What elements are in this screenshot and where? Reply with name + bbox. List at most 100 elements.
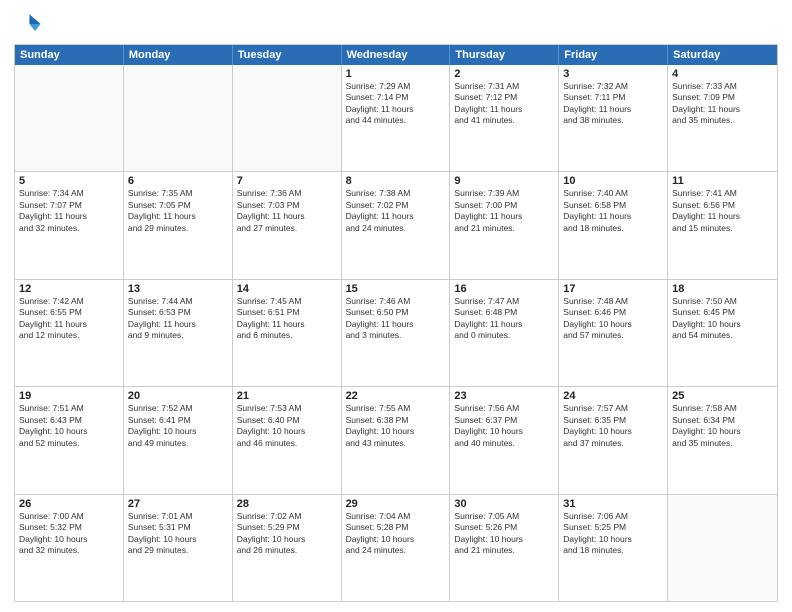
calendar-cell: 16Sunrise: 7:47 AM Sunset: 6:48 PM Dayli… xyxy=(450,280,559,386)
day-number: 21 xyxy=(237,390,337,402)
day-info: Sunrise: 7:00 AM Sunset: 5:32 PM Dayligh… xyxy=(19,511,119,557)
day-info: Sunrise: 7:38 AM Sunset: 7:02 PM Dayligh… xyxy=(346,188,446,234)
day-info: Sunrise: 7:53 AM Sunset: 6:40 PM Dayligh… xyxy=(237,403,337,449)
day-number: 20 xyxy=(128,390,228,402)
day-number: 31 xyxy=(563,498,663,510)
day-info: Sunrise: 7:02 AM Sunset: 5:29 PM Dayligh… xyxy=(237,511,337,557)
calendar-cell: 23Sunrise: 7:56 AM Sunset: 6:37 PM Dayli… xyxy=(450,387,559,493)
day-info: Sunrise: 7:33 AM Sunset: 7:09 PM Dayligh… xyxy=(672,81,773,127)
day-info: Sunrise: 7:06 AM Sunset: 5:25 PM Dayligh… xyxy=(563,511,663,557)
calendar-cell: 28Sunrise: 7:02 AM Sunset: 5:29 PM Dayli… xyxy=(233,495,342,601)
weekday-header-monday: Monday xyxy=(124,45,233,65)
calendar-cell xyxy=(233,65,342,171)
day-number: 12 xyxy=(19,283,119,295)
weekday-header-saturday: Saturday xyxy=(668,45,777,65)
day-info: Sunrise: 7:50 AM Sunset: 6:45 PM Dayligh… xyxy=(672,296,773,342)
calendar-cell: 15Sunrise: 7:46 AM Sunset: 6:50 PM Dayli… xyxy=(342,280,451,386)
weekday-header-friday: Friday xyxy=(559,45,668,65)
weekday-header-wednesday: Wednesday xyxy=(342,45,451,65)
day-number: 11 xyxy=(672,175,773,187)
calendar-cell: 17Sunrise: 7:48 AM Sunset: 6:46 PM Dayli… xyxy=(559,280,668,386)
calendar-row-2: 5Sunrise: 7:34 AM Sunset: 7:07 PM Daylig… xyxy=(15,172,777,279)
day-number: 1 xyxy=(346,68,446,80)
day-info: Sunrise: 7:57 AM Sunset: 6:35 PM Dayligh… xyxy=(563,403,663,449)
day-info: Sunrise: 7:29 AM Sunset: 7:14 PM Dayligh… xyxy=(346,81,446,127)
calendar-cell: 5Sunrise: 7:34 AM Sunset: 7:07 PM Daylig… xyxy=(15,172,124,278)
calendar-row-1: 1Sunrise: 7:29 AM Sunset: 7:14 PM Daylig… xyxy=(15,65,777,172)
calendar-cell: 11Sunrise: 7:41 AM Sunset: 6:56 PM Dayli… xyxy=(668,172,777,278)
calendar-cell: 2Sunrise: 7:31 AM Sunset: 7:12 PM Daylig… xyxy=(450,65,559,171)
page: SundayMondayTuesdayWednesdayThursdayFrid… xyxy=(0,0,792,612)
day-number: 23 xyxy=(454,390,554,402)
day-number: 26 xyxy=(19,498,119,510)
calendar-cell: 29Sunrise: 7:04 AM Sunset: 5:28 PM Dayli… xyxy=(342,495,451,601)
calendar-cell xyxy=(668,495,777,601)
calendar-cell: 13Sunrise: 7:44 AM Sunset: 6:53 PM Dayli… xyxy=(124,280,233,386)
day-number: 15 xyxy=(346,283,446,295)
calendar-cell: 8Sunrise: 7:38 AM Sunset: 7:02 PM Daylig… xyxy=(342,172,451,278)
calendar-body: 1Sunrise: 7:29 AM Sunset: 7:14 PM Daylig… xyxy=(15,65,777,601)
day-number: 29 xyxy=(346,498,446,510)
calendar-cell: 12Sunrise: 7:42 AM Sunset: 6:55 PM Dayli… xyxy=(15,280,124,386)
day-number: 19 xyxy=(19,390,119,402)
logo xyxy=(14,10,44,38)
day-number: 13 xyxy=(128,283,228,295)
calendar-cell: 21Sunrise: 7:53 AM Sunset: 6:40 PM Dayli… xyxy=(233,387,342,493)
calendar-header: SundayMondayTuesdayWednesdayThursdayFrid… xyxy=(15,45,777,65)
day-info: Sunrise: 7:04 AM Sunset: 5:28 PM Dayligh… xyxy=(346,511,446,557)
day-info: Sunrise: 7:05 AM Sunset: 5:26 PM Dayligh… xyxy=(454,511,554,557)
logo-icon xyxy=(14,10,42,38)
day-info: Sunrise: 7:55 AM Sunset: 6:38 PM Dayligh… xyxy=(346,403,446,449)
day-info: Sunrise: 7:51 AM Sunset: 6:43 PM Dayligh… xyxy=(19,403,119,449)
calendar-cell: 22Sunrise: 7:55 AM Sunset: 6:38 PM Dayli… xyxy=(342,387,451,493)
calendar-cell: 7Sunrise: 7:36 AM Sunset: 7:03 PM Daylig… xyxy=(233,172,342,278)
day-number: 9 xyxy=(454,175,554,187)
day-number: 18 xyxy=(672,283,773,295)
day-number: 24 xyxy=(563,390,663,402)
calendar-cell: 14Sunrise: 7:45 AM Sunset: 6:51 PM Dayli… xyxy=(233,280,342,386)
calendar-cell: 31Sunrise: 7:06 AM Sunset: 5:25 PM Dayli… xyxy=(559,495,668,601)
day-info: Sunrise: 7:35 AM Sunset: 7:05 PM Dayligh… xyxy=(128,188,228,234)
day-number: 28 xyxy=(237,498,337,510)
day-info: Sunrise: 7:44 AM Sunset: 6:53 PM Dayligh… xyxy=(128,296,228,342)
day-number: 22 xyxy=(346,390,446,402)
day-info: Sunrise: 7:40 AM Sunset: 6:58 PM Dayligh… xyxy=(563,188,663,234)
day-number: 14 xyxy=(237,283,337,295)
day-number: 8 xyxy=(346,175,446,187)
calendar-cell: 1Sunrise: 7:29 AM Sunset: 7:14 PM Daylig… xyxy=(342,65,451,171)
calendar-cell: 25Sunrise: 7:58 AM Sunset: 6:34 PM Dayli… xyxy=(668,387,777,493)
day-info: Sunrise: 7:58 AM Sunset: 6:34 PM Dayligh… xyxy=(672,403,773,449)
day-info: Sunrise: 7:36 AM Sunset: 7:03 PM Dayligh… xyxy=(237,188,337,234)
calendar-cell: 27Sunrise: 7:01 AM Sunset: 5:31 PM Dayli… xyxy=(124,495,233,601)
day-info: Sunrise: 7:46 AM Sunset: 6:50 PM Dayligh… xyxy=(346,296,446,342)
calendar-row-4: 19Sunrise: 7:51 AM Sunset: 6:43 PM Dayli… xyxy=(15,387,777,494)
calendar-cell: 4Sunrise: 7:33 AM Sunset: 7:09 PM Daylig… xyxy=(668,65,777,171)
day-number: 27 xyxy=(128,498,228,510)
calendar-cell xyxy=(124,65,233,171)
day-info: Sunrise: 7:56 AM Sunset: 6:37 PM Dayligh… xyxy=(454,403,554,449)
day-number: 16 xyxy=(454,283,554,295)
calendar-row-5: 26Sunrise: 7:00 AM Sunset: 5:32 PM Dayli… xyxy=(15,495,777,601)
header xyxy=(14,10,778,38)
day-info: Sunrise: 7:42 AM Sunset: 6:55 PM Dayligh… xyxy=(19,296,119,342)
calendar-cell: 9Sunrise: 7:39 AM Sunset: 7:00 PM Daylig… xyxy=(450,172,559,278)
day-number: 6 xyxy=(128,175,228,187)
calendar: SundayMondayTuesdayWednesdayThursdayFrid… xyxy=(14,44,778,602)
calendar-row-3: 12Sunrise: 7:42 AM Sunset: 6:55 PM Dayli… xyxy=(15,280,777,387)
day-number: 10 xyxy=(563,175,663,187)
weekday-header-sunday: Sunday xyxy=(15,45,124,65)
day-number: 17 xyxy=(563,283,663,295)
day-info: Sunrise: 7:45 AM Sunset: 6:51 PM Dayligh… xyxy=(237,296,337,342)
weekday-header-tuesday: Tuesday xyxy=(233,45,342,65)
day-number: 25 xyxy=(672,390,773,402)
day-info: Sunrise: 7:41 AM Sunset: 6:56 PM Dayligh… xyxy=(672,188,773,234)
calendar-cell: 20Sunrise: 7:52 AM Sunset: 6:41 PM Dayli… xyxy=(124,387,233,493)
day-info: Sunrise: 7:48 AM Sunset: 6:46 PM Dayligh… xyxy=(563,296,663,342)
day-number: 4 xyxy=(672,68,773,80)
day-info: Sunrise: 7:01 AM Sunset: 5:31 PM Dayligh… xyxy=(128,511,228,557)
day-number: 5 xyxy=(19,175,119,187)
day-number: 30 xyxy=(454,498,554,510)
day-number: 7 xyxy=(237,175,337,187)
calendar-cell: 24Sunrise: 7:57 AM Sunset: 6:35 PM Dayli… xyxy=(559,387,668,493)
calendar-cell: 26Sunrise: 7:00 AM Sunset: 5:32 PM Dayli… xyxy=(15,495,124,601)
